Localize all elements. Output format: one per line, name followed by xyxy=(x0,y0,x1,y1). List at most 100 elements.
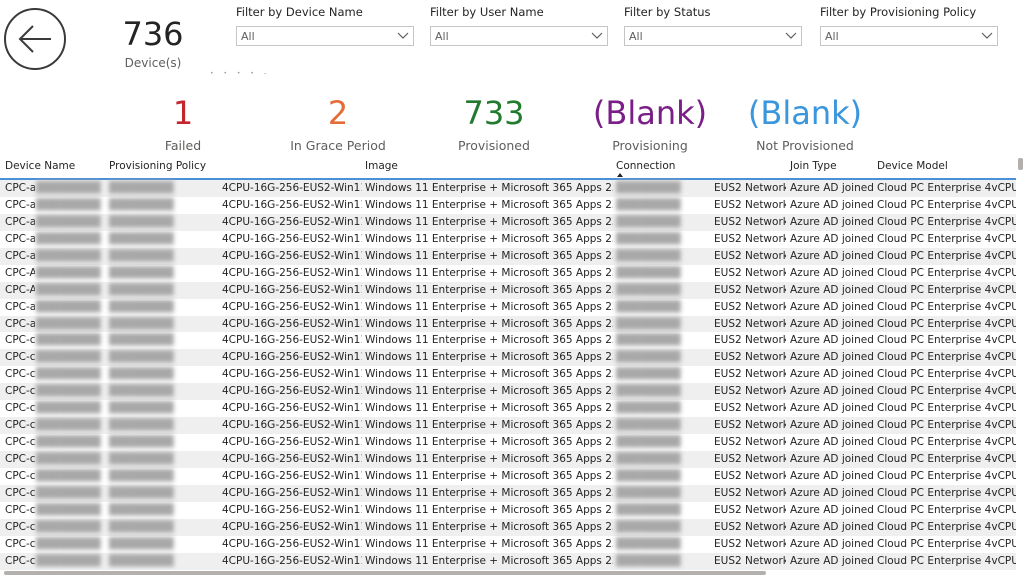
cell-device-model: Cloud PC Enterprise 4vCPU/16 xyxy=(877,402,1016,415)
cell-device-model: Cloud PC Enterprise 4vCPU/16 xyxy=(877,385,1016,398)
cell-device-name: CPC-am xyxy=(5,232,35,245)
kpi-provisioning[interactable]: (Blank) Provisioning xyxy=(575,92,725,153)
cell-connection-redacted: ████████ xyxy=(616,520,681,533)
table-row[interactable]: CPC-cn████████████████4CPU-16G-256-EUS2-… xyxy=(0,518,1016,536)
chevron-down-icon xyxy=(785,32,797,39)
cell-provisioning-policy: 4CPU-16G-256-EUS2-Win11 xyxy=(222,402,362,415)
chevron-down-icon xyxy=(397,32,409,39)
kpi-not-provisioned[interactable]: (Blank) Not Provisioned xyxy=(730,92,880,153)
table-row[interactable]: CPC-ccc████████████████4CPU-16G-256-EUS2… xyxy=(0,366,1016,384)
table-row[interactable]: CPC-am████████████████4CPU-16G-256-EUS2-… xyxy=(0,230,1016,248)
filter-provisioning-policy-dropdown[interactable]: All xyxy=(820,26,998,46)
cell-provisioning-policy: 4CPU-16G-256-EUS2-Win11 xyxy=(222,537,362,550)
kpi-failed[interactable]: 1 Failed xyxy=(108,92,258,153)
cell-device-name: CPC-ag xyxy=(5,215,35,228)
cell-connection-redacted: ████████ xyxy=(616,215,681,228)
column-header-device-name[interactable]: Device Name xyxy=(5,160,75,172)
table-row[interactable]: CPC-ad████████████████4CPU-16G-256-EUS2-… xyxy=(0,196,1016,214)
cell-image: Windows 11 Enterprise + Microsoft 365 Ap… xyxy=(365,402,613,415)
cell-connection: EUS2 Network xyxy=(714,537,786,550)
cell-provisioning-policy: 4CPU-16G-256-EUS2-Win11 xyxy=(222,453,362,465)
cell-image: Windows 11 Enterprise + Microsoft 365 Ap… xyxy=(365,554,613,567)
cell-provisioning-policy-redacted: ████████ xyxy=(109,419,174,432)
cell-device-name-redacted: ████████ xyxy=(36,537,101,550)
table-row[interactable]: CPC-cn████████████████4CPU-16G-256-EUS2-… xyxy=(0,484,1016,502)
filter-user-name-dropdown[interactable]: All xyxy=(430,26,608,46)
arrow-left-icon xyxy=(18,25,51,53)
column-header-provisioning-policy[interactable]: Provisioning Policy xyxy=(109,160,206,172)
cell-device-name-redacted: ████████ xyxy=(36,232,101,245)
cell-provisioning-policy-redacted: ████████ xyxy=(109,351,174,364)
cell-device-name: CPC-atr xyxy=(5,300,35,313)
table-row[interactable]: CPC-cn████████████████4CPU-16G-256-EUS2-… xyxy=(0,535,1016,553)
table-row[interactable]: CPC-cn████████████████4CPU-16G-256-EUS2-… xyxy=(0,467,1016,485)
table-row[interactable]: CPC-AP████████████████4CPU-16G-256-EUS2-… xyxy=(0,281,1016,299)
cell-connection: EUS2 Network xyxy=(714,520,786,533)
cell-connection: EUS2 Network xyxy=(714,182,786,194)
table-row[interactable]: CPC-cm████████████████4CPU-16G-256-EUS2-… xyxy=(0,417,1016,435)
total-devices-card: 736 Device(s) xyxy=(100,14,206,70)
back-button[interactable] xyxy=(4,8,66,70)
table-row[interactable]: CPC-an████████████████4CPU-16G-256-EUS2-… xyxy=(0,247,1016,265)
cell-connection-redacted: ████████ xyxy=(616,249,681,262)
table-row[interactable]: CPC-ch████████████████4CPU-16G-256-EUS2-… xyxy=(0,400,1016,418)
filter-label: Filter by Provisioning Policy xyxy=(820,5,977,19)
table-row[interactable]: CPC-cm████████████████4CPU-16G-256-EUS2-… xyxy=(0,434,1016,451)
cell-join-type: Azure AD joined xyxy=(790,215,874,228)
column-header-join-type[interactable]: Join Type xyxy=(790,160,837,172)
cell-provisioning-policy: 4CPU-16G-256-EUS2-Win11 xyxy=(222,283,362,296)
table-row[interactable]: CPC-aw████████████████4CPU-16G-256-EUS2-… xyxy=(0,315,1016,333)
table-row[interactable]: CPC-cn████████████████4CPU-16G-256-EUS2-… xyxy=(0,451,1016,468)
cell-device-name: CPC-ab xyxy=(5,182,35,194)
table-row[interactable]: CPC-atr████████████████4CPU-16G-256-EUS2… xyxy=(0,298,1016,316)
column-header-device-model[interactable]: Device Model xyxy=(877,160,948,172)
cell-device-model: Cloud PC Enterprise 4vCPU/16 xyxy=(877,453,1016,465)
cell-provisioning-policy: 4CPU-16G-256-EUS2-Win11 xyxy=(222,249,362,262)
table-row[interactable]: CPC-AP████████████████4CPU-16G-256-EUS2-… xyxy=(0,264,1016,282)
cell-device-name-redacted: ████████ xyxy=(36,182,101,194)
table-row[interactable]: CPC-cb████████████████4CPU-16G-256-EUS2-… xyxy=(0,332,1016,350)
cell-image: Windows 11 Enterprise + Microsoft 365 Ap… xyxy=(365,537,613,550)
cell-provisioning-policy: 4CPU-16G-256-EUS2-Win11 xyxy=(222,520,362,533)
more-options-dots[interactable]: • • • • – xyxy=(210,70,271,77)
cell-image: Windows 11 Enterprise + Microsoft 365 Ap… xyxy=(365,368,613,381)
table-row[interactable]: CPC-cn████████████████4CPU-16G-256-EUS2-… xyxy=(0,552,1016,570)
kpi-provisioned[interactable]: 733 Provisioned xyxy=(419,92,569,153)
kpi-in-grace-period[interactable]: 2 In Grace Period xyxy=(263,92,413,153)
table-row[interactable]: CPC-cn████████████████4CPU-16G-256-EUS2-… xyxy=(0,501,1016,519)
sort-ascending-icon xyxy=(617,173,623,177)
cell-device-name: CPC-cn xyxy=(5,537,35,550)
filter-label: Filter by Status xyxy=(624,5,711,19)
table-row[interactable]: CPC-ag████████████████4CPU-16G-256-EUS2-… xyxy=(0,213,1016,231)
cell-device-name: CPC-aw xyxy=(5,317,35,330)
cell-connection: EUS2 Network xyxy=(714,486,786,499)
cell-connection-redacted: ████████ xyxy=(616,232,681,245)
vertical-scrollbar[interactable] xyxy=(1018,158,1023,170)
horizontal-scrollbar[interactable] xyxy=(4,571,766,575)
cell-connection-redacted: ████████ xyxy=(616,317,681,330)
cell-device-name-redacted: ████████ xyxy=(36,334,101,347)
filter-device-name-dropdown[interactable]: All xyxy=(236,26,414,46)
cell-provisioning-policy: 4CPU-16G-256-EUS2-Win11 xyxy=(222,486,362,499)
cell-connection-redacted: ████████ xyxy=(616,436,681,449)
table-row[interactable]: CPC-cg████████████████4CPU-16G-256-EUS2-… xyxy=(0,383,1016,401)
cell-connection: EUS2 Network xyxy=(714,453,786,465)
cell-device-name-redacted: ████████ xyxy=(36,453,101,465)
cell-join-type: Azure AD joined xyxy=(790,554,874,567)
table-row[interactable]: CPC-cca████████████████4CPU-16G-256-EUS2… xyxy=(0,349,1016,367)
cell-connection-redacted: ████████ xyxy=(616,182,681,194)
cell-device-model: Cloud PC Enterprise 4vCPU/16 xyxy=(877,554,1016,567)
cell-device-name-redacted: ████████ xyxy=(36,300,101,313)
cell-device-name-redacted: ████████ xyxy=(36,249,101,262)
cell-provisioning-policy-redacted: ████████ xyxy=(109,283,174,296)
cell-provisioning-policy-redacted: ████████ xyxy=(109,453,174,465)
cell-join-type: Azure AD joined xyxy=(790,486,874,499)
table-row[interactable]: CPC-ab████████████████4CPU-16G-256-EUS2-… xyxy=(0,180,1016,197)
kpi-value: (Blank) xyxy=(592,94,708,132)
kpi-value: 1 xyxy=(172,94,194,132)
cell-join-type: Azure AD joined xyxy=(790,351,874,364)
cell-device-name: CPC-AP xyxy=(5,266,35,279)
column-header-image[interactable]: Image xyxy=(365,160,398,172)
filter-status-dropdown[interactable]: All xyxy=(624,26,802,46)
column-header-connection[interactable]: Connection xyxy=(616,160,675,172)
